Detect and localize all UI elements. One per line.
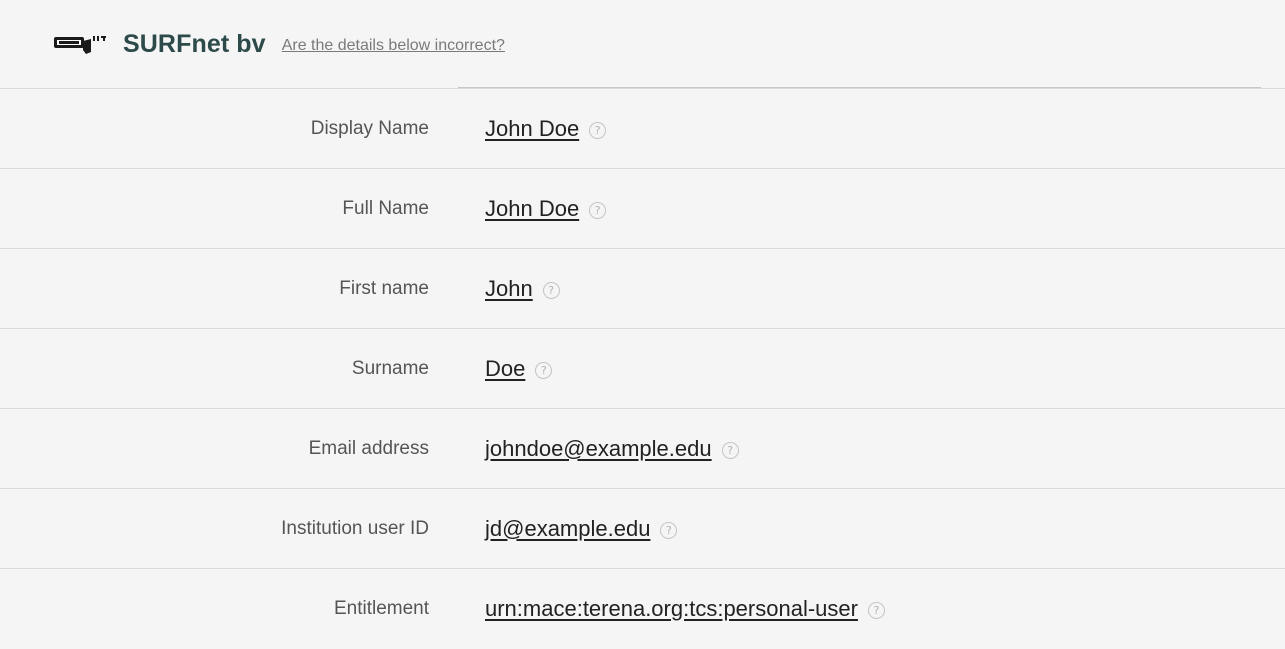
idp-header: SURFnet bv Are the details below incorre… xyxy=(0,0,1285,88)
attribute-value-group: John ? xyxy=(485,276,560,302)
attribute-value-group: John Doe ? xyxy=(485,116,607,142)
question-circle-icon[interactable]: ? xyxy=(589,121,607,139)
attribute-value-group: johndoe@example.edu ? xyxy=(485,436,739,462)
question-circle-icon[interactable]: ? xyxy=(660,521,678,539)
attribute-value-group: jd@example.edu ? xyxy=(485,516,678,542)
attribute-label: First name xyxy=(339,277,429,299)
incorrect-details-link[interactable]: Are the details below incorrect? xyxy=(282,33,505,55)
attribute-row-first-name: First name John ? xyxy=(0,249,1285,329)
attribute-value-group: urn:mace:terena.org:tcs:personal-user ? xyxy=(485,596,885,622)
attribute-label: Entitlement xyxy=(333,598,429,619)
attribute-value[interactable]: johndoe@example.edu xyxy=(485,436,712,462)
org-name: SURFnet bv xyxy=(123,29,266,58)
question-circle-icon[interactable]: ? xyxy=(867,602,885,619)
attribute-value[interactable]: John Doe xyxy=(485,116,579,142)
attribute-row-full-name: Full Name John Doe ? xyxy=(0,169,1285,249)
attribute-value[interactable]: Doe xyxy=(485,356,525,382)
attribute-value[interactable]: jd@example.edu xyxy=(485,516,650,542)
question-circle-icon[interactable]: ? xyxy=(721,441,739,459)
attribute-row-entitlement: Entitlement urn:mace:terena.org:tcs:pers… xyxy=(0,569,1285,649)
attribute-label: Full Name xyxy=(342,197,429,219)
attribute-row-surname: Surname Doe ? xyxy=(0,329,1285,409)
attribute-row-email: Email address johndoe@example.edu ? xyxy=(0,409,1285,489)
question-circle-icon[interactable]: ? xyxy=(589,201,607,219)
attribute-label: Institution user ID xyxy=(281,517,429,539)
attribute-row-display-name: Display Name John Doe ? xyxy=(0,89,1285,169)
attribute-value[interactable]: urn:mace:terena.org:tcs:personal-user xyxy=(485,596,858,622)
surfnet-logo-icon xyxy=(54,36,106,54)
attribute-label: Surname xyxy=(351,357,429,379)
question-circle-icon[interactable]: ? xyxy=(542,281,560,299)
attribute-row-institution-user-id: Institution user ID jd@example.edu ? xyxy=(0,489,1285,569)
attribute-value-group: Doe ? xyxy=(485,356,553,382)
attribute-panel: SURFnet bv Are the details below incorre… xyxy=(0,0,1285,646)
attribute-value[interactable]: John Doe xyxy=(485,196,579,222)
attribute-list: Display Name John Doe ? Full Name John D… xyxy=(0,88,1285,649)
attribute-value[interactable]: John xyxy=(485,276,533,302)
question-circle-icon[interactable]: ? xyxy=(535,361,553,379)
attribute-value-group: John Doe ? xyxy=(485,196,607,222)
attribute-label: Display Name xyxy=(310,117,429,139)
attribute-label: Email address xyxy=(308,437,429,459)
